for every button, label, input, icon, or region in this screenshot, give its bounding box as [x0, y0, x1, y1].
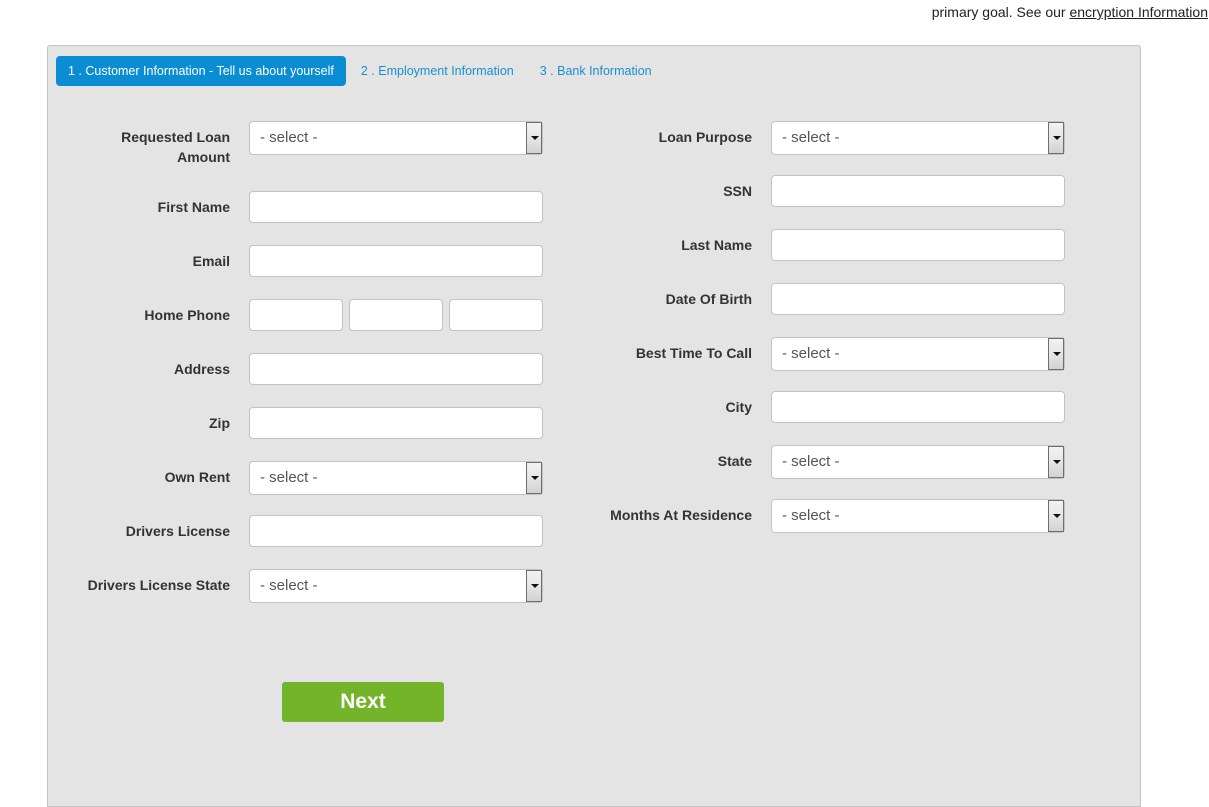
months-at-residence-select[interactable]: - select - — [771, 499, 1065, 533]
best-time-to-call-label: Best Time To Call — [635, 345, 752, 361]
loan-purpose-select[interactable]: - select - — [771, 121, 1065, 155]
drivers-license-state-value: - select - — [260, 577, 318, 594]
chevron-down-icon[interactable] — [1048, 338, 1064, 370]
city-label: City — [725, 399, 752, 415]
ssn-label: SSN — [723, 183, 752, 199]
address-label: Address — [173, 361, 230, 377]
tab-bank-information[interactable]: 3 . Bank Information — [527, 56, 665, 86]
drivers-license-state-label: Drivers License State — [87, 577, 230, 593]
email-label: Email — [192, 253, 230, 269]
encryption-note-text: primary goal. See our — [931, 4, 1070, 20]
application-form-panel: 1 . Customer Information - Tell us about… — [47, 45, 1141, 807]
months-at-residence-value: - select - — [782, 507, 840, 524]
requested-loan-amount-value: - select - — [260, 129, 318, 146]
first-name-input[interactable] — [249, 191, 543, 223]
chevron-down-icon[interactable] — [1048, 446, 1064, 478]
last-name-label: Last Name — [681, 237, 752, 253]
encryption-information-link[interactable]: encryption Information — [1069, 4, 1208, 20]
chevron-down-icon[interactable] — [1048, 122, 1064, 154]
email-input[interactable] — [249, 245, 543, 277]
drivers-license-state-select[interactable]: - select - — [249, 569, 543, 603]
home-phone-line-input[interactable] — [449, 299, 543, 331]
city-input[interactable] — [771, 391, 1065, 423]
best-time-to-call-value: - select - — [782, 345, 840, 362]
encryption-note: primary goal. See our encryption Informa… — [932, 4, 1208, 20]
date-of-birth-input[interactable] — [771, 283, 1065, 315]
state-label: State — [717, 453, 752, 469]
loan-purpose-label: Loan Purpose — [658, 129, 752, 145]
home-phone-prefix-input[interactable] — [349, 299, 443, 331]
chevron-down-icon[interactable] — [1048, 500, 1064, 532]
home-phone-label: Home Phone — [144, 307, 230, 323]
first-name-label: First Name — [157, 199, 230, 215]
ssn-input[interactable] — [771, 175, 1065, 207]
chevron-down-icon[interactable] — [526, 570, 542, 602]
zip-input[interactable] — [249, 407, 543, 439]
next-button[interactable]: Next — [282, 682, 444, 722]
home-phone-area-code-input[interactable] — [249, 299, 343, 331]
requested-loan-amount-label: Requested Loan Amount — [121, 129, 230, 165]
zip-label: Zip — [209, 415, 230, 431]
last-name-input[interactable] — [771, 229, 1065, 261]
requested-loan-amount-select[interactable]: - select - — [249, 121, 543, 155]
address-input[interactable] — [249, 353, 543, 385]
tab-customer-information[interactable]: 1 . Customer Information - Tell us about… — [56, 56, 346, 86]
tab-employment-information[interactable]: 2 . Employment Information — [348, 56, 527, 86]
drivers-license-label: Drivers License — [125, 523, 230, 539]
state-select[interactable]: - select - — [771, 445, 1065, 479]
step-tabs: 1 . Customer Information - Tell us about… — [56, 56, 665, 86]
months-at-residence-label: Months At Residence — [610, 507, 752, 523]
best-time-to-call-select[interactable]: - select - — [771, 337, 1065, 371]
date-of-birth-label: Date Of Birth — [665, 291, 752, 307]
chevron-down-icon[interactable] — [526, 122, 542, 154]
drivers-license-input[interactable] — [249, 515, 543, 547]
own-rent-select[interactable]: - select - — [249, 461, 543, 495]
loan-purpose-value: - select - — [782, 129, 840, 146]
own-rent-value: - select - — [260, 469, 318, 486]
chevron-down-icon[interactable] — [526, 462, 542, 494]
own-rent-label: Own Rent — [164, 469, 230, 485]
state-value: - select - — [782, 453, 840, 470]
